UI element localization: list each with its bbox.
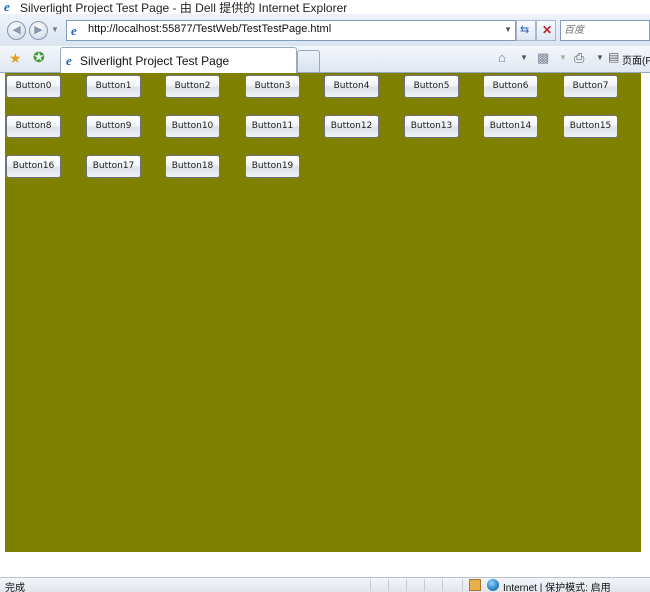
new-tab-button[interactable] bbox=[297, 50, 320, 72]
home-icon[interactable]: ⌂ bbox=[498, 50, 506, 65]
button-5[interactable]: Button5 bbox=[404, 75, 459, 98]
status-bar: 完成 Internet | 保护模式: 启用 bbox=[0, 577, 650, 592]
status-separator bbox=[406, 579, 407, 591]
status-separator bbox=[370, 579, 371, 591]
add-favorites-icon[interactable]: ✪ bbox=[33, 49, 45, 66]
back-button[interactable]: ◀ bbox=[7, 21, 26, 40]
status-text: 完成 bbox=[5, 583, 25, 592]
forward-button[interactable]: ▶ bbox=[29, 21, 48, 40]
button-13[interactable]: Button13 bbox=[404, 115, 459, 138]
recent-pages-dropdown-icon[interactable]: ▼ bbox=[51, 25, 59, 34]
button-10[interactable]: Button10 bbox=[165, 115, 220, 138]
protected-mode-icon[interactable] bbox=[469, 579, 481, 591]
stop-icon: ✕ bbox=[542, 23, 553, 37]
svg-text:e: e bbox=[66, 54, 72, 67]
search-box[interactable] bbox=[560, 20, 650, 41]
button-16[interactable]: Button16 bbox=[6, 155, 61, 178]
forward-arrow-icon: ▶ bbox=[34, 24, 43, 36]
page-menu-icon[interactable]: ▤ bbox=[608, 50, 619, 64]
refresh-button[interactable]: ⇆ bbox=[516, 20, 536, 41]
browser-content: Button0 Button1 Button2 Button3 Button4 Butto… bbox=[0, 73, 650, 577]
button-4[interactable]: Button4 bbox=[324, 75, 379, 98]
address-url[interactable]: http://localhost:55877/TestWeb/TestTestP… bbox=[88, 23, 331, 35]
address-bar[interactable]: e http://localhost:55877/TestWeb/TestTes… bbox=[66, 20, 516, 41]
back-arrow-icon: ◀ bbox=[12, 24, 21, 36]
favorites-star-icon[interactable]: ★ bbox=[9, 50, 22, 67]
home-dropdown-icon[interactable]: ▼ bbox=[520, 53, 528, 62]
refresh-icon: ⇆ bbox=[520, 24, 530, 36]
button-1[interactable]: Button1 bbox=[86, 75, 141, 98]
print-dropdown-icon[interactable]: ▼ bbox=[596, 53, 604, 62]
ie-page-icon: e bbox=[66, 54, 72, 67]
button-0[interactable]: Button0 bbox=[6, 75, 61, 98]
button-18[interactable]: Button18 bbox=[165, 155, 220, 178]
button-11[interactable]: Button11 bbox=[245, 115, 300, 138]
feeds-dropdown-icon[interactable]: ▼ bbox=[559, 53, 567, 62]
tab-silverlight-test-page[interactable]: e Silverlight Project Test Page bbox=[60, 47, 297, 73]
status-separator bbox=[462, 579, 463, 591]
print-icon[interactable]: ⎙ bbox=[574, 50, 584, 66]
button-9[interactable]: Button9 bbox=[86, 115, 141, 138]
button-17[interactable]: Button17 bbox=[86, 155, 141, 178]
button-14[interactable]: Button14 bbox=[483, 115, 538, 138]
page-menu-label[interactable]: 页面(P bbox=[622, 52, 650, 67]
tab-toolbar: ★ ✪ e Silverlight Project Test Page ⌂ ▼ … bbox=[0, 46, 650, 73]
status-separator bbox=[424, 579, 425, 591]
status-separator bbox=[388, 579, 389, 591]
silverlight-canvas: Button0 Button1 Button2 Button3 Button4 Butto… bbox=[5, 73, 641, 552]
button-3[interactable]: Button3 bbox=[245, 75, 300, 98]
feeds-icon[interactable]: ▩ bbox=[537, 50, 549, 66]
status-separator bbox=[442, 579, 443, 591]
window-titlebar: e Silverlight Project Test Page - 由 Dell… bbox=[0, 0, 650, 15]
button-6[interactable]: Button6 bbox=[483, 75, 538, 98]
internet-zone-globe-icon bbox=[487, 579, 499, 591]
button-7[interactable]: Button7 bbox=[563, 75, 618, 98]
address-toolbar: ◀ ▶ ▼ e http://localhost:55877/TestWeb/T… bbox=[0, 14, 650, 46]
button-12[interactable]: Button12 bbox=[324, 115, 379, 138]
button-8[interactable]: Button8 bbox=[6, 115, 61, 138]
tab-label: Silverlight Project Test Page bbox=[80, 54, 230, 68]
security-zone-text[interactable]: Internet | 保护模式: 启用 bbox=[503, 579, 611, 592]
button-19[interactable]: Button19 bbox=[245, 155, 300, 178]
button-2[interactable]: Button2 bbox=[165, 75, 220, 98]
ie-page-icon: e bbox=[71, 24, 77, 37]
ie-logo-icon: e bbox=[4, 0, 10, 13]
svg-text:e: e bbox=[4, 0, 10, 13]
search-input[interactable] bbox=[564, 23, 648, 38]
button-15[interactable]: Button15 bbox=[563, 115, 618, 138]
stop-button[interactable]: ✕ bbox=[536, 20, 556, 41]
svg-text:e: e bbox=[71, 24, 77, 37]
address-dropdown-icon[interactable]: ▼ bbox=[504, 25, 512, 34]
